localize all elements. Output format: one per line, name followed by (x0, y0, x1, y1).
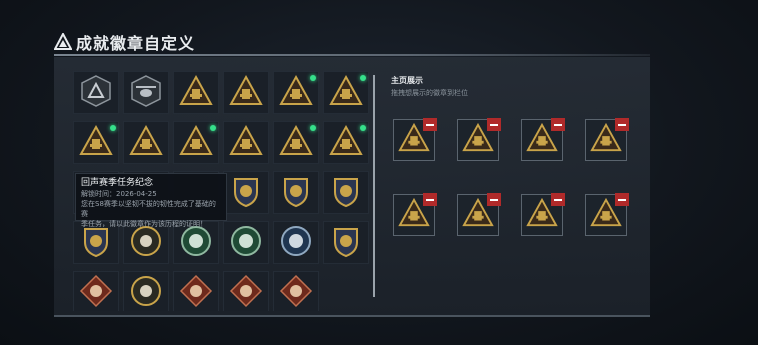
badge-cell[interactable] (173, 121, 219, 164)
badge-cell[interactable] (123, 121, 169, 164)
minus-icon (426, 123, 434, 126)
badge-cell[interactable] (73, 121, 119, 164)
badge-cell[interactable] (223, 271, 269, 311)
helicopter-badge-icon (129, 74, 163, 112)
backpack-triangle-badge-icon (279, 74, 313, 112)
new-indicator-dot (360, 125, 366, 131)
badge-cell[interactable] (323, 71, 369, 114)
soldier-triangle-badge-icon (329, 124, 363, 162)
badge-panel: 回声赛季任务纪念 解锁时间：2026-04-25 您在S8赛季以坚韧不拔的韧性完… (54, 57, 650, 317)
badge-cell[interactable] (123, 71, 169, 114)
tooltip-desc-2: 季任务，请以此徽章作为该历程的证明！ (81, 220, 207, 228)
showcase-slot[interactable] (585, 118, 629, 161)
badge-cell[interactable] (323, 171, 369, 214)
logo-icon (54, 33, 72, 50)
remove-badge-button[interactable] (423, 118, 437, 131)
badge-cell[interactable] (273, 71, 319, 114)
new-indicator-dot (310, 125, 316, 131)
eagle-green-badge-icon (229, 224, 263, 262)
showcase-slot[interactable] (393, 193, 437, 236)
new-indicator-dot (110, 125, 116, 131)
minus-icon (426, 198, 434, 201)
badge-cell[interactable] (273, 221, 319, 264)
star-shield-badge-icon (329, 174, 363, 212)
stripe-shield-badge-icon (329, 224, 363, 262)
remove-badge-button[interactable] (615, 118, 629, 131)
showcase-slot[interactable] (457, 193, 501, 236)
remove-badge-button[interactable] (487, 193, 501, 206)
remove-badge-button[interactable] (487, 118, 501, 131)
wolf-red-diamond-badge-icon (79, 274, 113, 312)
radio-triangle-badge-icon (329, 74, 363, 112)
showcase-subtitle: 拖拽想展示的徽章到栏位 (391, 89, 468, 97)
runner-red-diamond-badge-icon (279, 274, 313, 312)
minus-icon (490, 198, 498, 201)
badge-cell[interactable] (173, 71, 219, 114)
eagle-blue-badge-icon (279, 224, 313, 262)
badge-tooltip: 回声赛季任务纪念 解锁时间：2026-04-25 您在S8赛季以坚韧不拔的韧性完… (75, 173, 227, 228)
claw-red-diamond-badge-icon (229, 274, 263, 312)
badge-cell[interactable] (173, 271, 219, 311)
showcase-slot[interactable] (393, 118, 437, 161)
page-title: 成就徽章自定义 (76, 34, 196, 53)
rifle-triangle-badge-icon (179, 124, 213, 162)
backpack-triangle-badge-icon (179, 74, 213, 112)
badge-cell[interactable] (273, 171, 319, 214)
showcase-slot[interactable] (585, 193, 629, 236)
knife-triangle-badge-icon (229, 124, 263, 162)
badge-cell[interactable] (223, 171, 269, 214)
minus-icon (618, 198, 626, 201)
title-bar: 成就徽章自定义 (54, 30, 650, 54)
shark-circle-badge-icon (129, 274, 163, 312)
panel-divider (373, 75, 375, 297)
minus-icon (554, 198, 562, 201)
remove-badge-button[interactable] (423, 193, 437, 206)
tooltip-title: 回声赛季任务纪念 (81, 178, 154, 188)
minus-icon (490, 123, 498, 126)
skull-circle-badge-icon (129, 224, 163, 262)
badge-cell[interactable] (273, 271, 319, 311)
raptor-red-diamond-badge-icon (179, 274, 213, 312)
remove-badge-button[interactable] (551, 193, 565, 206)
minus-icon (618, 123, 626, 126)
badge-cell[interactable] (323, 121, 369, 164)
new-indicator-dot (210, 125, 216, 131)
showcase-title: 主页展示 (391, 76, 423, 85)
remove-badge-button[interactable] (551, 118, 565, 131)
badge-cell[interactable] (223, 71, 269, 114)
cross-shield-badge-icon (229, 174, 263, 212)
armor-triangle-badge-icon (279, 124, 313, 162)
new-indicator-dot (360, 75, 366, 81)
title-divider (54, 54, 650, 56)
new-indicator-dot (310, 75, 316, 81)
turret-triangle-badge-icon (79, 124, 113, 162)
helmet-triangle-badge-icon (129, 124, 163, 162)
tooltip-date: 解锁时间：2026-04-25 (81, 190, 157, 198)
showcase-slot[interactable] (457, 118, 501, 161)
badge-cell[interactable] (273, 121, 319, 164)
badge-cell[interactable] (123, 271, 169, 311)
minus-icon (554, 123, 562, 126)
showcase-slot[interactable] (521, 118, 565, 161)
badge-cell[interactable] (223, 121, 269, 164)
tooltip-desc-1: 您在S8赛季以坚韧不拔的韧性完成了基础的赛 (81, 200, 216, 218)
grey-triangle-badge-icon (79, 74, 113, 112)
badge-cell[interactable] (323, 221, 369, 264)
badge-cell[interactable] (73, 271, 119, 311)
wolf-shield-badge-icon (79, 224, 113, 262)
badge-cell[interactable] (223, 221, 269, 264)
vehicle-triangle-badge-icon (229, 74, 263, 112)
wing-shield-badge-icon (279, 174, 313, 212)
showcase-slot[interactable] (521, 193, 565, 236)
remove-badge-button[interactable] (615, 193, 629, 206)
beast-green-badge-icon (179, 224, 213, 262)
badge-cell[interactable] (73, 71, 119, 114)
